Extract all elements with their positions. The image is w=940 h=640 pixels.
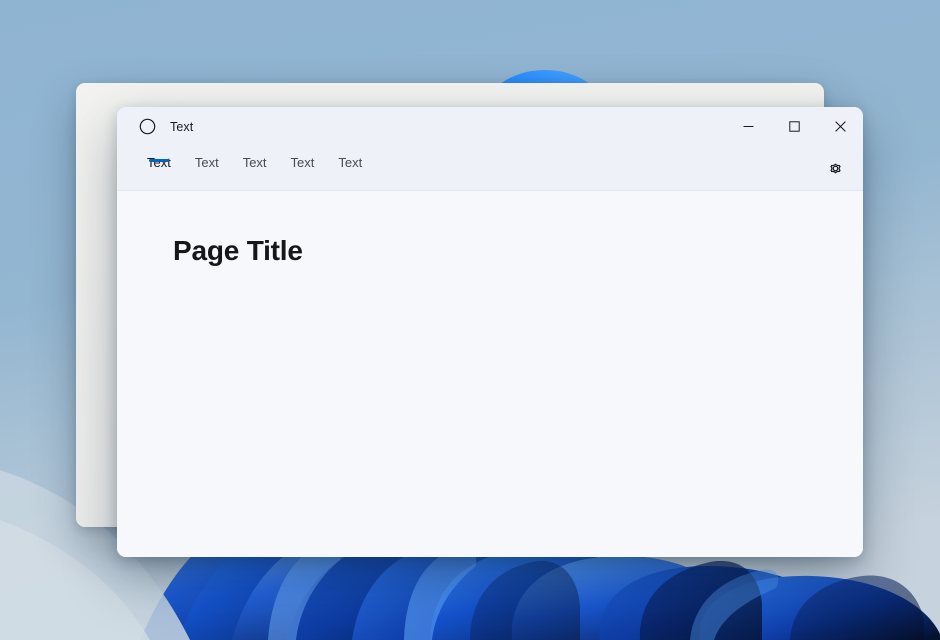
tab-list: Text Text Text Text Text [117, 146, 374, 171]
window-controls [725, 107, 863, 146]
minimize-icon [743, 121, 754, 132]
minimize-button[interactable] [725, 107, 771, 146]
tab-4[interactable]: Text [326, 146, 374, 171]
main-window[interactable]: Text [117, 107, 863, 557]
maximize-icon [789, 121, 800, 132]
tab-1-label: Text [195, 155, 219, 170]
tab-0-active-indicator [149, 159, 169, 162]
tab-0-label: Text [147, 155, 171, 170]
gear-icon [827, 160, 844, 177]
content-area: Page Title [117, 191, 863, 557]
settings-button[interactable] [819, 152, 851, 184]
tab-3-label: Text [291, 155, 315, 170]
titlebar[interactable]: Text [117, 107, 863, 146]
circle-icon [139, 118, 156, 135]
tab-3[interactable]: Text [279, 146, 327, 171]
window-title: Text [170, 120, 193, 134]
tab-2-label: Text [243, 155, 267, 170]
tab-4-label: Text [338, 155, 362, 170]
tab-strip: Text Text Text Text Text [117, 146, 863, 191]
close-icon [835, 121, 846, 132]
maximize-button[interactable] [771, 107, 817, 146]
desktop: Text [0, 0, 940, 640]
tab-2[interactable]: Text [231, 146, 279, 171]
tab-0[interactable]: Text [135, 146, 183, 171]
close-button[interactable] [817, 107, 863, 146]
page-title: Page Title [173, 235, 863, 267]
tab-1[interactable]: Text [183, 146, 231, 171]
